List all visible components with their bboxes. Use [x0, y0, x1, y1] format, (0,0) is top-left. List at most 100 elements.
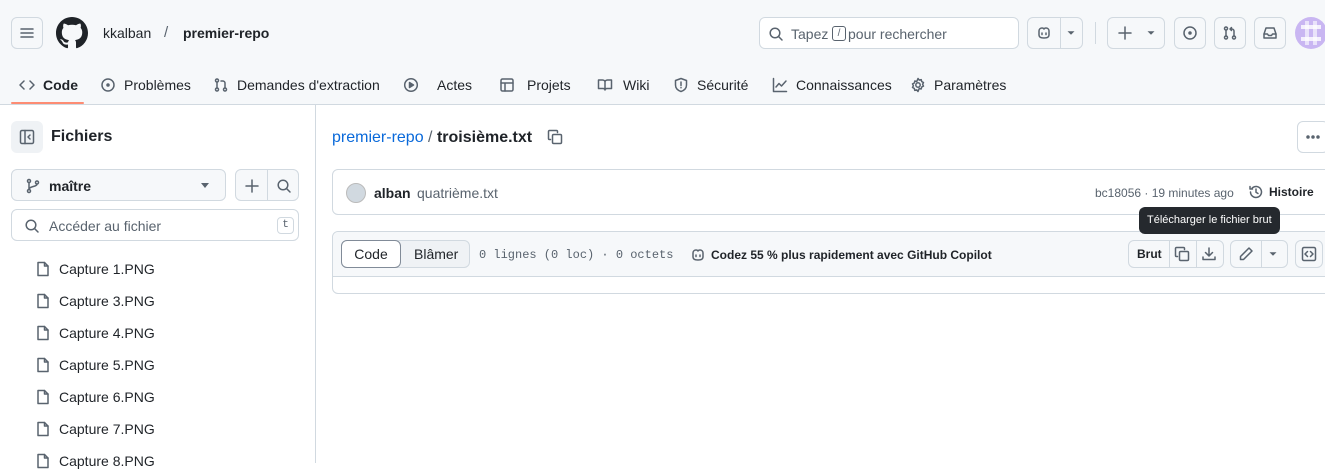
file-item-label: Capture 8.PNG	[59, 453, 155, 469]
tab-security-label: Sécurité	[697, 76, 749, 93]
file-item-label: Capture 6.PNG	[59, 389, 155, 405]
issue-icon	[1183, 26, 1197, 40]
history-label: Histoire	[1269, 185, 1314, 199]
issues-button[interactable]	[1174, 17, 1206, 49]
file-item[interactable]: Capture 3.PNG	[35, 291, 155, 311]
pull-request-icon	[1223, 26, 1237, 40]
header-divider	[1095, 22, 1096, 44]
file-item[interactable]: Capture 4.PNG	[35, 323, 155, 343]
file-path-breadcrumb: premier-repo / troisième.txt	[332, 129, 532, 147]
code-square-icon	[1301, 246, 1317, 262]
tab-wiki[interactable]: Wiki	[597, 64, 649, 105]
inbox-icon	[1263, 27, 1277, 39]
symbols-button[interactable]	[1295, 240, 1323, 268]
pull-requests-button[interactable]	[1214, 17, 1246, 49]
history-button[interactable]: Histoire	[1248, 184, 1314, 200]
commit-author[interactable]: alban	[374, 185, 411, 201]
user-avatar[interactable]	[1295, 17, 1325, 49]
file-icon	[37, 293, 49, 309]
tab-insights-label: Connaissances	[796, 76, 892, 93]
file-icon	[37, 421, 49, 437]
breadcrumb-owner[interactable]: kkalban	[103, 25, 151, 41]
file-icon	[37, 453, 49, 469]
copilot-promo[interactable]: Codez 55 % plus rapidement avec GitHub C…	[690, 247, 992, 263]
tab-projects[interactable]: Projets	[499, 64, 571, 105]
commit-sha-time[interactable]: bc18056 · 19 minutes ago	[1095, 186, 1234, 200]
file-viewer: Code Blâmer 0 lignes (0 loc) · 0 octets …	[332, 231, 1325, 294]
pencil-icon[interactable]	[1238, 246, 1254, 262]
file-item[interactable]: Capture 5.PNG	[35, 355, 155, 375]
hamburger-icon	[20, 28, 34, 38]
tab-security[interactable]: Sécurité	[673, 64, 748, 105]
tab-projects-label: Projets	[527, 76, 571, 93]
commit-message[interactable]: quatrième.txt	[417, 185, 498, 201]
tab-settings[interactable]: Paramètres	[910, 64, 1006, 105]
file-item-label: Capture 3.PNG	[59, 293, 155, 309]
search-shortcut-key: /	[832, 26, 846, 41]
chevron-down-icon[interactable]	[1266, 246, 1280, 262]
add-file-icon[interactable]	[244, 178, 260, 194]
file-item[interactable]: Capture 7.PNG	[35, 419, 155, 439]
copy-icon[interactable]	[1174, 246, 1190, 262]
file-item-label: Capture 7.PNG	[59, 421, 155, 437]
file-icon	[37, 357, 49, 373]
path-separator: /	[428, 129, 433, 146]
tab-pull-requests[interactable]: Demandes d'extraction	[213, 64, 380, 105]
breadcrumb-repo[interactable]: premier-repo	[183, 25, 269, 41]
blame-view-button[interactable]: Blâmer	[414, 246, 458, 262]
download-icon[interactable]	[1201, 246, 1217, 262]
copilot-icon	[1038, 27, 1050, 39]
search-icon[interactable]	[276, 178, 292, 194]
file-item-label: Capture 1.PNG	[59, 261, 155, 277]
file-item[interactable]: Capture 1.PNG	[35, 259, 155, 279]
tab-actions[interactable]: Actes	[403, 64, 472, 105]
copy-path-icon[interactable]	[547, 129, 563, 145]
tab-issues-label: Problèmes	[124, 76, 191, 93]
goto-file-input[interactable]: Accéder au fichier t	[11, 209, 299, 241]
play-icon	[403, 77, 419, 92]
create-new-button[interactable]	[1107, 17, 1165, 49]
tab-code[interactable]: Code	[19, 64, 78, 105]
file-tree-sidebar: Fichiers maître Accéder au fichier t Cap…	[0, 105, 316, 469]
file-item[interactable]: Capture 6.PNG	[35, 387, 155, 407]
github-logo-icon[interactable]	[56, 17, 88, 49]
table-icon	[500, 77, 514, 92]
path-repo-link[interactable]: premier-repo	[332, 129, 424, 146]
shield-icon	[674, 77, 688, 92]
file-item[interactable]: Capture 8.PNG	[35, 451, 155, 471]
tab-insights[interactable]: Connaissances	[772, 64, 892, 105]
search-input[interactable]: Tapez / pour rechercher	[759, 17, 1019, 49]
search-icon	[25, 219, 39, 233]
branch-icon	[26, 178, 40, 194]
code-view-button[interactable]: Code	[341, 240, 401, 268]
tab-settings-label: Paramètres	[934, 76, 1007, 93]
raw-button[interactable]: Brut	[1137, 247, 1162, 261]
history-icon	[1249, 185, 1263, 199]
author-avatar[interactable]	[346, 183, 366, 203]
copilot-icon	[692, 249, 704, 261]
search-placeholder-prefix: Tapez	[791, 26, 829, 42]
menu-button[interactable]	[11, 17, 43, 49]
book-icon	[597, 78, 613, 91]
plus-icon	[1118, 26, 1132, 40]
download-tooltip: Télécharger le fichier brut	[1139, 207, 1280, 234]
active-tab-underline	[11, 102, 84, 104]
tab-issues[interactable]: Problèmes	[100, 64, 191, 105]
top-header: kkalban / premier-repo Tapez / pour rech…	[0, 0, 1325, 105]
code-icon	[19, 79, 35, 90]
collapse-sidebar-button[interactable]	[11, 121, 43, 153]
chevron-down-icon	[201, 183, 209, 188]
tab-wiki-label: Wiki	[623, 76, 650, 93]
tab-pull-requests-label: Demandes d'extraction	[237, 76, 380, 93]
more-options-button[interactable]	[1297, 121, 1325, 153]
chevron-down-icon	[1067, 31, 1075, 35]
branch-name: maître	[49, 178, 92, 194]
inbox-button[interactable]	[1254, 17, 1286, 49]
view-toggle: Code Blâmer	[341, 240, 470, 268]
copilot-promo-label: Codez 55 % plus rapidement avec GitHub C…	[711, 248, 992, 262]
branch-selector[interactable]: maître	[11, 169, 226, 201]
file-actions-group	[235, 169, 299, 201]
file-item-label: Capture 4.PNG	[59, 325, 155, 341]
copilot-button[interactable]	[1027, 17, 1083, 49]
kebab-horizontal-icon	[1306, 135, 1320, 139]
